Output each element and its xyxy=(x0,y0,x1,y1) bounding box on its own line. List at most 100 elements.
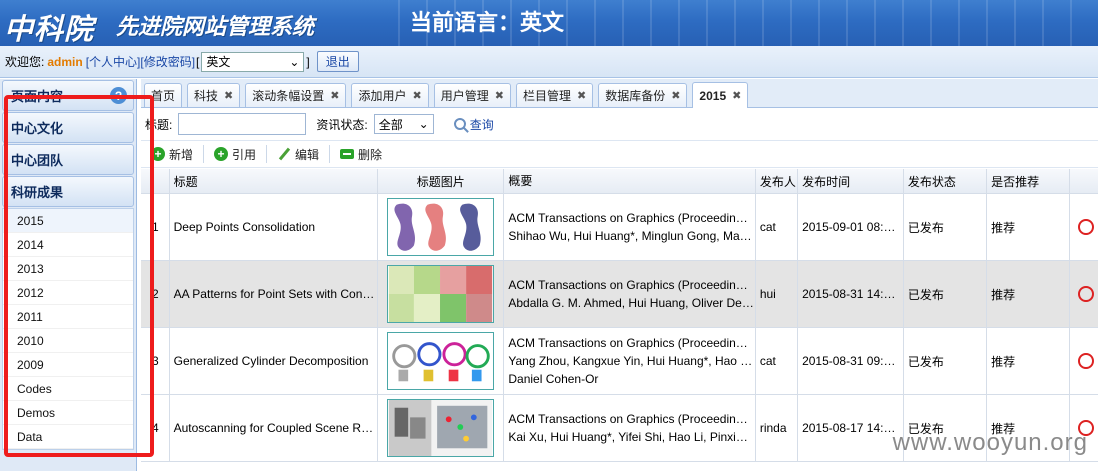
sidebar-item-2014[interactable]: 2014 xyxy=(3,233,133,257)
user-bar: 欢迎您: admin [个人中心] [修改密码] [ 英文 ⌄ ] 退出 xyxy=(0,46,1098,78)
sidebar-item-2010[interactable]: 2010 xyxy=(3,329,133,353)
personal-center-link[interactable]: [个人中心] xyxy=(86,53,141,70)
row-number: 1 xyxy=(141,194,170,260)
tab-label: 添加用户 xyxy=(358,89,407,103)
cite-button[interactable]: + 引用 xyxy=(214,146,256,163)
summary-line: ACM Transactions on Graphics (Proceedin… xyxy=(508,278,748,292)
row-title[interactable]: Deep Points Consolidation xyxy=(170,194,379,260)
sidebar-section-team[interactable]: 中心团队 xyxy=(2,144,134,175)
filter-bar: 标题: 资讯状态: 全部 ⌄ 查询 xyxy=(141,108,1098,141)
plus-icon: + xyxy=(214,147,229,161)
row-status: 已发布 xyxy=(904,328,988,394)
query-button[interactable]: 查询 xyxy=(453,116,494,133)
toolbar-separator xyxy=(203,145,205,163)
sidebar-item-2015[interactable]: 2015 xyxy=(3,209,133,233)
language-select-value: 英文 xyxy=(206,55,231,69)
header-summary[interactable]: 概要 xyxy=(504,169,756,193)
tab-database-backup[interactable]: 数据库备份 ✖ xyxy=(598,83,688,107)
add-button[interactable]: + 新增 xyxy=(151,146,193,163)
close-icon[interactable]: ✖ xyxy=(732,89,741,102)
summary-line: Shihao Wu, Hui Huang*, Minglun Gong, Ma… xyxy=(508,229,752,243)
tab-column-management[interactable]: 栏目管理 ✖ xyxy=(515,83,594,107)
sidebar-section-research[interactable]: 科研成果 xyxy=(2,176,134,207)
sidebar-item-2012[interactable]: 2012 xyxy=(3,281,133,305)
header-image[interactable]: 标题图片 xyxy=(378,169,505,193)
close-icon[interactable]: ✖ xyxy=(671,89,680,102)
sidebar-section-page-content[interactable]: 页面内容 ? xyxy=(2,80,134,111)
close-icon[interactable]: ✖ xyxy=(330,89,339,102)
close-icon[interactable]: ✖ xyxy=(224,89,233,102)
sidebar-item-2011[interactable]: 2011 xyxy=(3,305,133,329)
row-title[interactable]: Generalized Cylinder Decomposition xyxy=(170,328,379,394)
change-password-link[interactable]: [修改密码] xyxy=(140,53,195,70)
header-actions xyxy=(1070,169,1098,193)
delete-button[interactable]: 删除 xyxy=(340,146,382,163)
header-recommend[interactable]: 是否推荐 xyxy=(987,169,1071,193)
table-row[interactable]: 3 Generalized Cylinder Decomposition ACM… xyxy=(141,328,1098,395)
close-icon[interactable]: ✖ xyxy=(495,89,504,102)
tab-user-management[interactable]: 用户管理 ✖ xyxy=(433,83,511,107)
header-time[interactable]: 发布时间 xyxy=(798,169,904,193)
tab-add-user[interactable]: 添加用户 ✖ xyxy=(351,83,429,107)
status-filter-select[interactable]: 全部 ⌄ xyxy=(373,114,434,134)
row-publisher: cat xyxy=(756,194,799,260)
language-select[interactable]: 英文 ⌄ xyxy=(201,51,305,72)
logout-button[interactable]: 退出 xyxy=(316,51,359,72)
row-actions xyxy=(1070,194,1098,260)
table-header: 标题 标题图片 概要 发布人 发布时间 发布状态 是否推荐 xyxy=(141,169,1098,194)
row-publisher: hui xyxy=(756,261,799,327)
table-row[interactable]: 2 AA Patterns for Point Sets with Con… A… xyxy=(141,261,1098,328)
status-filter-label: 资讯状态: xyxy=(316,117,368,132)
current-language: 当前语言：英文 xyxy=(410,10,565,35)
delete-label: 删除 xyxy=(358,147,383,162)
articles-table: 标题 标题图片 概要 发布人 发布时间 发布状态 是否推荐 1 Deep Poi… xyxy=(141,169,1098,462)
row-actions xyxy=(1070,328,1098,394)
row-number: 4 xyxy=(141,395,170,461)
chevron-down-icon: ⌄ xyxy=(418,117,429,131)
tab-tech[interactable]: 科技 ✖ xyxy=(187,83,241,107)
title-filter-label: 标题: xyxy=(145,117,173,132)
tab-home[interactable]: 首页 xyxy=(144,83,183,107)
row-summary: ACM Transactions on Graphics (Proceedin…… xyxy=(504,194,756,260)
header-title[interactable]: 标题 xyxy=(170,169,379,193)
edit-label: 编辑 xyxy=(295,147,320,162)
toolbar-separator xyxy=(266,145,268,163)
sidebar: 页面内容 ? 中心文化 中心团队 科研成果 2015 2014 2013 201… xyxy=(0,79,137,471)
sidebar-item-data[interactable]: Data xyxy=(3,425,133,449)
status-filter-value: 全部 xyxy=(378,117,403,132)
tab-banner-settings[interactable]: 滚动条幅设置 ✖ xyxy=(245,83,347,107)
summary-line: ACM Transactions on Graphics (Proceedin… xyxy=(508,211,748,225)
edit-button[interactable]: 编辑 xyxy=(277,146,319,163)
row-title[interactable]: Autoscanning for Coupled Scene R… xyxy=(170,395,379,461)
sidebar-section-culture[interactable]: 中心文化 xyxy=(2,112,134,143)
sidebar-item-2009[interactable]: 2009 xyxy=(3,353,133,377)
title-filter-input[interactable] xyxy=(178,113,307,135)
help-icon[interactable]: ? xyxy=(110,87,127,104)
search-icon xyxy=(453,118,466,130)
summary-line: ACM Transactions on Graphics (Proceedin… xyxy=(508,336,748,350)
close-icon[interactable]: ✖ xyxy=(413,89,422,102)
table-row[interactable]: 1 Deep Points Consolidation ACM Transact… xyxy=(141,194,1098,261)
tab-bar: 首页 科技 ✖ 滚动条幅设置 ✖ 添加用户 ✖ 用户管理 ✖ 栏目管理 ✖ 数据… xyxy=(141,79,1098,108)
delete-icon[interactable] xyxy=(1078,286,1094,302)
row-time: 2015-08-17 14:… xyxy=(798,395,904,461)
summary-line: Kai Xu, Hui Huang*, Yifei Shi, Hao Li, P… xyxy=(508,430,748,444)
summary-line: ACM Transactions on Graphics (Proceedin… xyxy=(508,412,748,426)
delete-icon[interactable] xyxy=(1078,353,1094,369)
tab-label: 数据库备份 xyxy=(605,89,666,103)
sidebar-item-2013[interactable]: 2013 xyxy=(3,257,133,281)
header-publisher[interactable]: 发布人 xyxy=(756,169,799,193)
tab-2015[interactable]: 2015 ✖ xyxy=(692,82,749,108)
delete-icon[interactable] xyxy=(1078,219,1094,235)
sidebar-item-demos[interactable]: Demos xyxy=(3,401,133,425)
cite-label: 引用 xyxy=(232,147,257,162)
close-icon[interactable]: ✖ xyxy=(577,89,586,102)
row-title[interactable]: AA Patterns for Point Sets with Con… xyxy=(170,261,379,327)
row-status: 已发布 xyxy=(904,261,988,327)
sidebar-item-codes[interactable]: Codes xyxy=(3,377,133,401)
query-label: 查询 xyxy=(469,117,494,132)
thumbnail-image xyxy=(387,198,495,256)
header-status[interactable]: 发布状态 xyxy=(904,169,988,193)
tab-label: 用户管理 xyxy=(440,89,489,103)
row-time: 2015-08-31 09:… xyxy=(798,328,904,394)
